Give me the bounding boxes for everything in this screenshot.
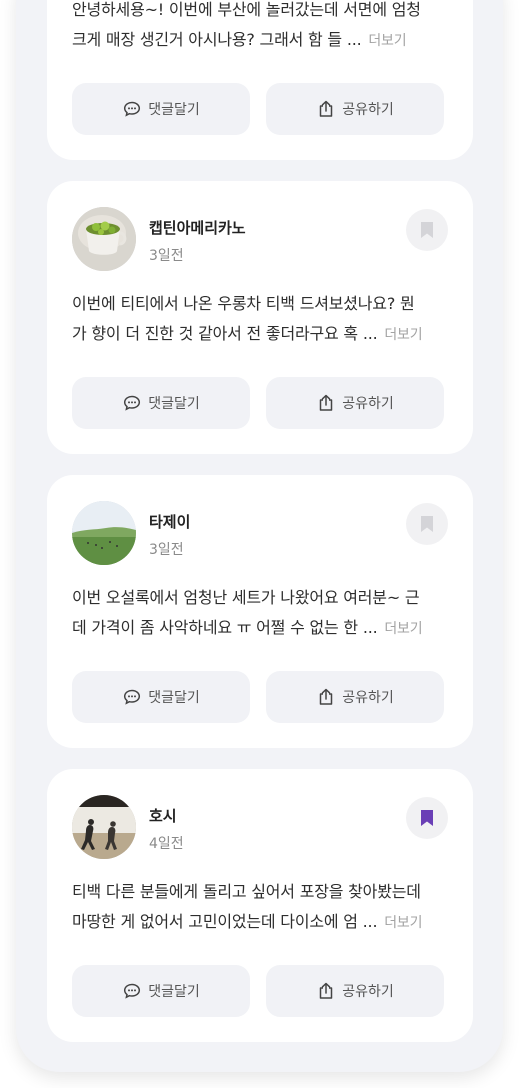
post-text-line: 이번에 티티에서 나온 우롱차 티백 드셔보셨나요? 뭔 <box>72 294 415 313</box>
post-text-line: 이번 오설록에서 엄청난 세트가 나왔어요 여러분~ 근 <box>72 588 420 607</box>
share-button-label: 공유하기 <box>342 396 394 412</box>
post-time: 3일전 <box>149 248 184 264</box>
post-card: 호시 4일전 티백 다른 분들에게 돌리고 싶어서 포장을 찾아봤는데 마땅한 … <box>47 769 473 1042</box>
avatar[interactable] <box>72 501 136 565</box>
comment-icon <box>124 101 141 117</box>
comment-button[interactable]: 댓글달기 <box>72 965 250 1017</box>
post-text-line: 가 향이 더 진한 것 같아서 전 좋더라구요 혹 ... 더보기 <box>72 319 444 350</box>
bookmark-icon <box>421 222 433 238</box>
post-text-line: 크게 매장 생긴거 아시나용? 그래서 함 들 ... 더보기 <box>72 25 444 56</box>
share-button[interactable]: 공유하기 <box>266 671 444 723</box>
bookmark-icon <box>421 810 433 826</box>
post-card: 타제이 3일전 이번 오설록에서 엄청난 세트가 나왔어요 여러분~ 근 데 가… <box>47 475 473 748</box>
post-text[interactable]: 이번 오설록에서 엄청난 세트가 나왔어요 여러분~ 근 데 가격이 좀 사악하… <box>72 583 444 644</box>
comment-icon <box>124 689 141 705</box>
more-link[interactable]: 더보기 <box>384 621 422 637</box>
post-text-line: 안녕하세용~! 이번에 부산에 놀러갔는데 서면에 엄청 <box>72 0 421 19</box>
comment-button[interactable]: 댓글달기 <box>72 83 250 135</box>
post-text-line: 티백 다른 분들에게 돌리고 싶어서 포장을 찾아봤는데 <box>72 882 421 901</box>
more-link[interactable]: 더보기 <box>368 33 406 49</box>
more-link[interactable]: 더보기 <box>384 327 422 343</box>
bookmark-button[interactable] <box>406 503 448 545</box>
bookmark-button[interactable] <box>406 797 448 839</box>
share-button-label: 공유하기 <box>342 984 394 1000</box>
comment-button-label: 댓글달기 <box>148 102 200 118</box>
comment-button[interactable]: 댓글달기 <box>72 671 250 723</box>
post-text[interactable]: 이번에 티티에서 나온 우롱차 티백 드셔보셨나요? 뭔 가 향이 더 진한 것… <box>72 289 444 350</box>
share-icon <box>319 394 333 411</box>
share-icon <box>319 982 333 999</box>
share-icon <box>319 100 333 117</box>
comment-button-label: 댓글달기 <box>148 984 200 1000</box>
post-text[interactable]: 안녕하세용~! 이번에 부산에 놀러갔는데 서면에 엄청 크게 매장 생긴거 아… <box>72 0 444 56</box>
share-button[interactable]: 공유하기 <box>266 377 444 429</box>
comment-icon <box>124 395 141 411</box>
more-link[interactable]: 더보기 <box>384 915 422 931</box>
share-button[interactable]: 공유하기 <box>266 83 444 135</box>
author-name[interactable]: 호시 <box>149 805 177 826</box>
share-button[interactable]: 공유하기 <box>266 965 444 1017</box>
author-name[interactable]: 타제이 <box>149 511 190 532</box>
bookmark-icon <box>421 516 433 532</box>
post-text-line: 마땅한 게 없어서 고민이었는데 다이소에 엄 ... 더보기 <box>72 907 444 938</box>
post-time: 4일전 <box>149 836 184 852</box>
post-text[interactable]: 티백 다른 분들에게 돌리고 싶어서 포장을 찾아봤는데 마땅한 게 없어서 고… <box>72 877 444 938</box>
post-text-line: 데 가격이 좀 사악하네요 ㅠ 어쩔 수 없는 한 ... 더보기 <box>72 613 444 644</box>
bookmark-button[interactable] <box>406 209 448 251</box>
post-time: 3일전 <box>149 542 184 558</box>
avatar[interactable] <box>72 795 136 859</box>
feed-screen: 안녕하세용~! 이번에 부산에 놀러갔는데 서면에 엄청 크게 매장 생긴거 아… <box>16 0 503 1072</box>
comment-icon <box>124 983 141 999</box>
share-button-label: 공유하기 <box>342 102 394 118</box>
post-text-line-content: 크게 매장 생긴거 아시나용? 그래서 함 들 ... <box>72 30 362 49</box>
avatar[interactable] <box>72 207 136 271</box>
post-text-line-content: 데 가격이 좀 사악하네요 ㅠ 어쩔 수 없는 한 ... <box>72 618 378 637</box>
comment-button-label: 댓글달기 <box>148 396 200 412</box>
people-outdoors-photo-icon <box>72 795 136 859</box>
share-button-label: 공유하기 <box>342 690 394 706</box>
post-text-line-content: 마땅한 게 없어서 고민이었는데 다이소에 엄 ... <box>72 912 378 931</box>
comment-button[interactable]: 댓글달기 <box>72 377 250 429</box>
post-card: 캡틴아메리카노 3일전 이번에 티티에서 나온 우롱차 티백 드셔보셨나요? 뭔… <box>47 181 473 454</box>
green-tea-cup-photo-icon <box>72 207 136 271</box>
author-name[interactable]: 캡틴아메리카노 <box>149 217 246 238</box>
comment-button-label: 댓글달기 <box>148 690 200 706</box>
post-text-line-content: 가 향이 더 진한 것 같아서 전 좋더라구요 혹 ... <box>72 324 378 343</box>
post-card: 안녕하세용~! 이번에 부산에 놀러갔는데 서면에 엄청 크게 매장 생긴거 아… <box>47 0 473 160</box>
green-field-landscape-photo-icon <box>72 501 136 565</box>
share-icon <box>319 688 333 705</box>
